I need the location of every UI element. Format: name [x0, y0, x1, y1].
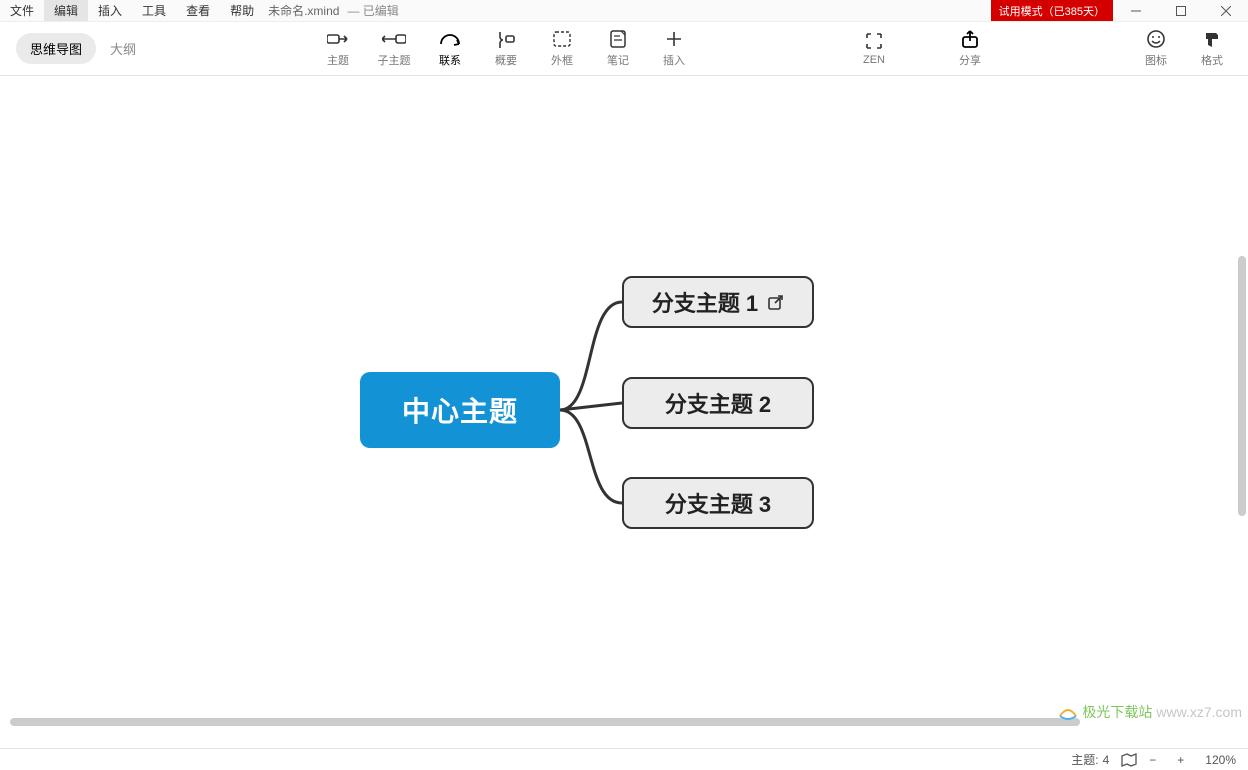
document-name: 未命名.xmind — [268, 2, 339, 19]
topic-button[interactable]: 主题 — [310, 30, 366, 68]
branch-3-text: 分支主题 3 — [665, 487, 771, 519]
horizontal-scroll-thumb[interactable] — [10, 718, 1080, 726]
watermark: 极光下载站 www.xz7.com — [1058, 702, 1242, 722]
close-button[interactable] — [1203, 0, 1248, 21]
watermark-url: www.xz7.com — [1156, 704, 1242, 720]
horizontal-scrollbar[interactable] — [2, 718, 1228, 726]
view-mindmap-tab[interactable]: 思维导图 — [16, 33, 96, 64]
zen-label: ZEN — [863, 54, 885, 66]
toolbar-right-group: ZEN 分享 图标 格式 — [846, 30, 1240, 68]
note-button[interactable]: 笔记 — [590, 30, 646, 68]
smiley-icon — [1147, 30, 1165, 48]
zen-button[interactable]: ZEN — [846, 30, 902, 68]
share-icon — [961, 30, 979, 48]
toolbar: 思维导图 大纲 主题 子主题 联系 概要 外框 — [0, 22, 1248, 76]
summary-label: 概要 — [495, 52, 517, 68]
branch-topic-1[interactable]: 分支主题 1 — [622, 276, 814, 328]
insert-label: 插入 — [663, 52, 685, 68]
view-switch: 思维导图 大纲 — [16, 33, 150, 64]
external-link-icon — [768, 294, 784, 310]
subtopic-button[interactable]: 子主题 — [366, 30, 422, 68]
branch-2-text: 分支主题 2 — [665, 387, 771, 419]
central-topic-text: 中心主题 — [402, 390, 518, 430]
close-icon — [1221, 6, 1231, 16]
document-title: 未命名.xmind — 已编辑 — [268, 0, 399, 21]
app-window: 文件 编辑 插入 工具 查看 帮助 未命名.xmind — 已编辑 试用模式（已… — [0, 0, 1248, 770]
menu-tools[interactable]: 工具 — [132, 0, 176, 21]
share-label: 分享 — [959, 52, 981, 68]
summary-icon — [497, 30, 515, 48]
main-menu: 文件 编辑 插入 工具 查看 帮助 — [0, 0, 264, 21]
menu-help[interactable]: 帮助 — [220, 0, 264, 21]
note-icon — [610, 30, 626, 48]
format-panel-label: 格式 — [1201, 52, 1223, 68]
boundary-label: 外框 — [551, 52, 573, 68]
statusbar: 主题: 4 − + 120% — [0, 748, 1248, 770]
minimize-icon — [1131, 6, 1141, 16]
summary-button[interactable]: 概要 — [478, 30, 534, 68]
relation-icon — [439, 30, 461, 48]
boundary-icon — [553, 30, 571, 48]
format-panel-button[interactable]: 格式 — [1184, 30, 1240, 68]
vertical-scrollbar[interactable] — [1238, 156, 1246, 728]
topic-count-value: 4 — [1103, 753, 1110, 767]
topic-label: 主题 — [327, 52, 349, 68]
icons-panel-label: 图标 — [1145, 52, 1167, 68]
maximize-icon — [1176, 6, 1186, 16]
map-overview-button[interactable] — [1121, 753, 1137, 767]
menu-view[interactable]: 查看 — [176, 0, 220, 21]
branch-topic-3[interactable]: 分支主题 3 — [622, 477, 814, 529]
zen-icon — [865, 32, 883, 50]
central-topic-node[interactable]: 中心主题 — [360, 372, 560, 448]
trial-mode-badge[interactable]: 试用模式（已385天） — [991, 0, 1113, 21]
titlebar: 文件 编辑 插入 工具 查看 帮助 未命名.xmind — 已编辑 试用模式（已… — [0, 0, 1248, 22]
watermark-text: 极光下载站 — [1082, 702, 1152, 722]
vertical-scroll-thumb[interactable] — [1238, 256, 1246, 516]
mindmap-canvas[interactable]: 中心主题 分支主题 1 分支主题 2 分支主题 3 — [0, 76, 1248, 748]
relation-label: 联系 — [439, 52, 461, 68]
view-outline-tab[interactable]: 大纲 — [96, 33, 150, 64]
topic-count: 主题: 4 — [1071, 751, 1109, 768]
note-label: 笔记 — [607, 52, 629, 68]
watermark-logo-icon — [1058, 702, 1078, 722]
format-icon — [1203, 30, 1221, 48]
icons-panel-button[interactable]: 图标 — [1128, 30, 1184, 68]
subtopic-label: 子主题 — [378, 52, 411, 68]
canvas-area[interactable]: 中心主题 分支主题 1 分支主题 2 分支主题 3 极光下载站 www.xz7.… — [0, 76, 1248, 748]
zoom-in-button[interactable]: + — [1177, 753, 1193, 767]
minimize-button[interactable] — [1113, 0, 1158, 21]
branch-1-text: 分支主题 1 — [652, 286, 758, 318]
zoom-out-button[interactable]: − — [1149, 753, 1165, 767]
share-button[interactable]: 分享 — [942, 30, 998, 68]
branch-topic-2[interactable]: 分支主题 2 — [622, 377, 814, 429]
insert-button[interactable]: 插入 — [646, 30, 702, 68]
maximize-button[interactable] — [1158, 0, 1203, 21]
boundary-button[interactable]: 外框 — [534, 30, 590, 68]
map-icon — [1121, 753, 1137, 767]
toolbar-main-group: 主题 子主题 联系 概要 外框 笔记 — [310, 30, 702, 68]
relation-button[interactable]: 联系 — [422, 30, 478, 68]
window-controls — [1113, 0, 1248, 21]
topic-icon — [327, 30, 349, 48]
topic-count-label: 主题: — [1071, 751, 1098, 768]
zoom-level[interactable]: 120% — [1205, 753, 1236, 767]
document-status: — 已编辑 — [347, 2, 398, 19]
menu-file[interactable]: 文件 — [0, 0, 44, 21]
menu-edit[interactable]: 编辑 — [44, 0, 88, 21]
subtopic-icon — [382, 30, 406, 48]
menu-insert[interactable]: 插入 — [88, 0, 132, 21]
plus-icon — [666, 30, 682, 48]
